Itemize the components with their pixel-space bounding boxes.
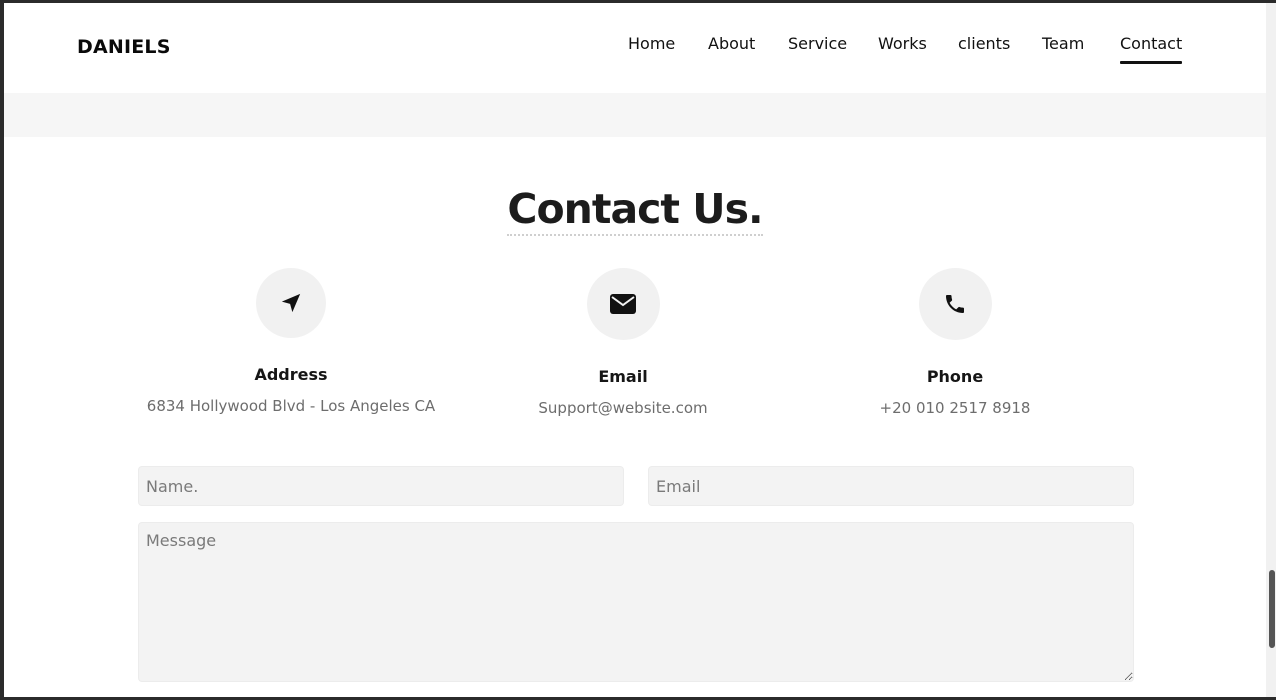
address-text: 6834 Hollywood Blvd - Los Angeles CA	[146, 397, 436, 415]
envelope-icon	[610, 294, 636, 314]
message-textarea[interactable]	[138, 522, 1134, 682]
phone-icon-circle	[918, 268, 992, 340]
contact-title-text: Contact Us.	[507, 185, 764, 236]
main-nav: Home About Service Works clients Team Co…	[4, 34, 1266, 64]
phone-icon	[946, 295, 964, 313]
info-card-email: Email Support@website.com	[453, 268, 793, 417]
section-divider-band	[4, 93, 1266, 137]
nav-item-contact[interactable]: Contact	[1120, 34, 1183, 64]
email-input[interactable]	[648, 466, 1134, 506]
phone-text[interactable]: +20 010 2517 8918	[785, 399, 1125, 417]
address-title: Address	[254, 365, 328, 384]
nav-item-works[interactable]: Works	[878, 34, 927, 53]
email-text[interactable]: Support@website.com	[453, 399, 793, 417]
info-card-address: Address 6834 Hollywood Blvd - Los Angele…	[121, 268, 461, 415]
email-icon-circle	[586, 268, 660, 340]
name-input[interactable]	[138, 466, 624, 506]
page-scrollbar[interactable]	[1266, 3, 1276, 697]
scrollbar-thumb[interactable]	[1269, 570, 1275, 648]
nav-item-team[interactable]: Team	[1042, 34, 1084, 53]
email-title: Email	[598, 367, 648, 386]
address-icon-circle	[256, 268, 326, 338]
contact-section-title: Contact Us.	[4, 185, 1266, 236]
info-card-phone: Phone +20 010 2517 8918	[785, 268, 1125, 417]
nav-item-about[interactable]: About	[708, 34, 755, 53]
nav-item-clients[interactable]: clients	[958, 34, 1010, 53]
phone-title: Phone	[926, 367, 984, 386]
nav-item-home[interactable]: Home	[628, 34, 675, 53]
nav-item-service[interactable]: Service	[788, 34, 847, 53]
location-arrow-icon	[281, 293, 301, 313]
navbar: DANIELS Home About Service Works clients…	[4, 3, 1266, 93]
page-viewport: DANIELS Home About Service Works clients…	[4, 3, 1266, 697]
